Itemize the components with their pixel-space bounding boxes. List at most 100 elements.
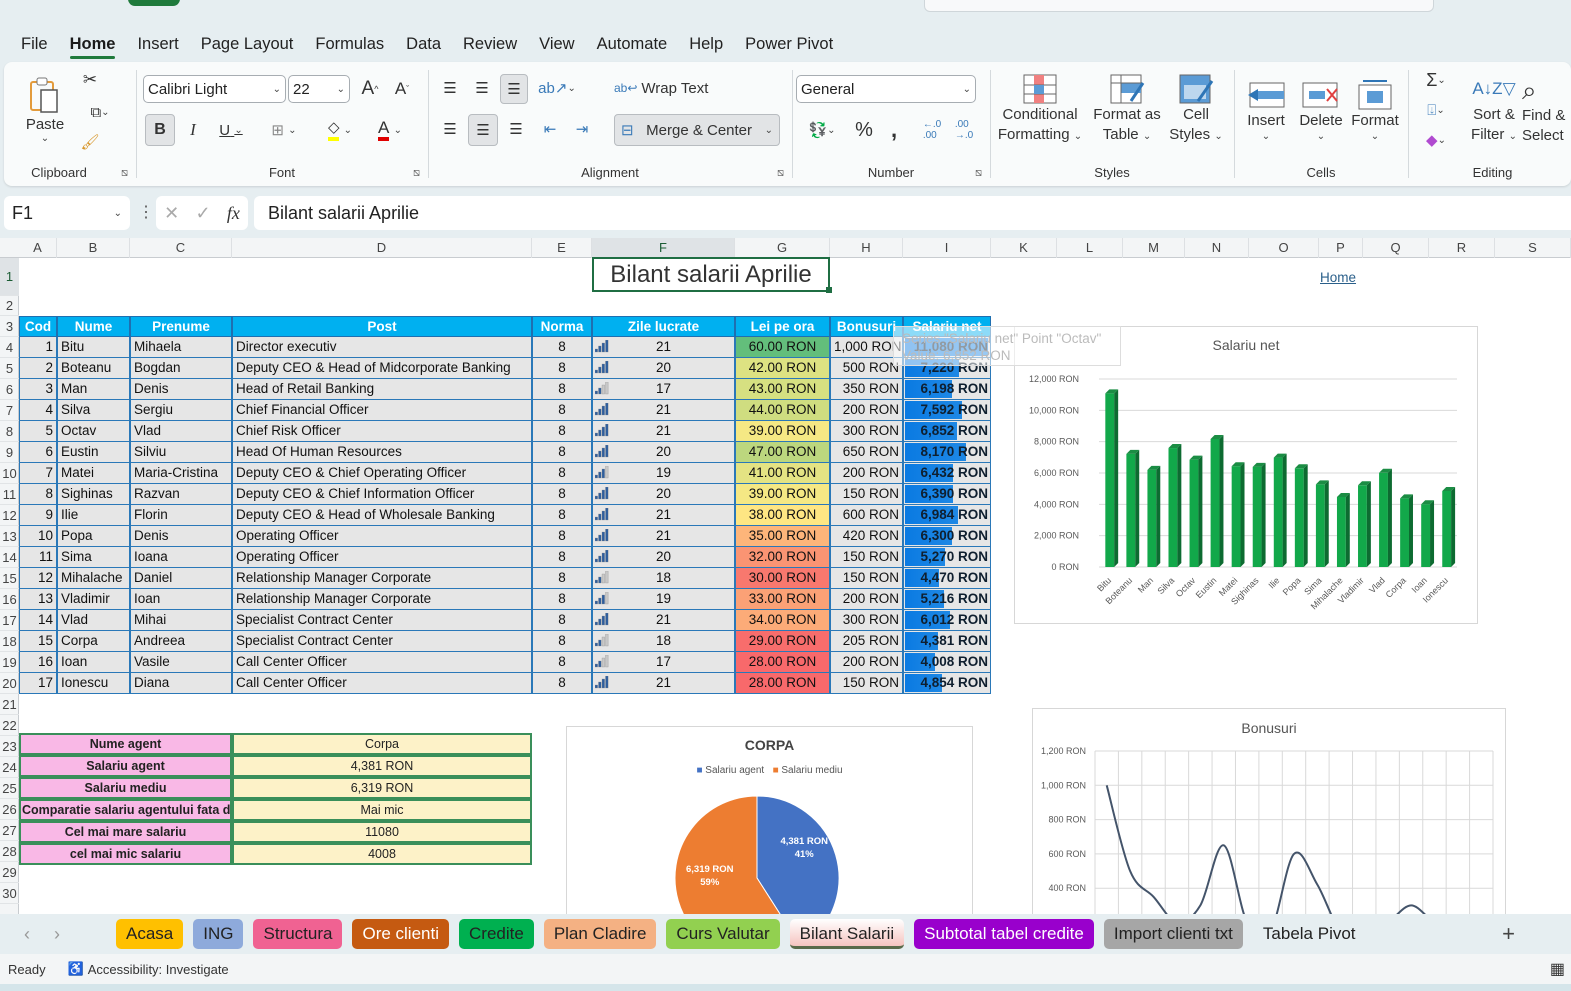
cell-net[interactable]: 6,198 RON	[903, 379, 991, 400]
cell-styles-button[interactable]: Cell Styles ⌄	[1166, 66, 1226, 154]
row-header[interactable]: 20	[0, 673, 19, 694]
cell-zile[interactable]: 20	[592, 484, 735, 505]
cell-post[interactable]: Deputy CEO & Chief Information Officer	[232, 484, 532, 505]
sheet-tab[interactable]: Subtotal tabel credite	[914, 919, 1094, 949]
bar[interactable]	[1421, 500, 1435, 567]
cell-zile[interactable]: 21	[592, 421, 735, 442]
corpa-pie-chart[interactable]: CORPA ■ Salariu agent ■ Salariu mediu 4,…	[566, 726, 973, 914]
summary-label[interactable]: cel mai mic salariu	[19, 843, 232, 865]
cell-lei[interactable]: 39.00 RON	[735, 421, 830, 442]
cell-nume[interactable]: Boteanu	[57, 358, 130, 379]
cell-norma[interactable]: 8	[532, 568, 592, 589]
cell-bonus[interactable]: 200 RON	[830, 652, 903, 673]
column-header[interactable]: G	[735, 238, 830, 258]
cell-norma[interactable]: 8	[532, 442, 592, 463]
dialog-launcher-icon[interactable]: ⧅	[975, 167, 982, 180]
cell-net[interactable]: 4,470 RON	[903, 568, 991, 589]
sheet-tab[interactable]: Curs Valutar	[666, 919, 780, 949]
row-header[interactable]: 17	[0, 610, 19, 631]
cell-net[interactable]: 6,432 RON	[903, 463, 991, 484]
cell-zile[interactable]: 21	[592, 526, 735, 547]
conditional-formatting-button[interactable]: Conditional Formatting ⌄	[996, 66, 1084, 154]
cell-net[interactable]: 7,592 RON	[903, 400, 991, 421]
row-header[interactable]: 19	[0, 652, 19, 673]
add-sheet-icon[interactable]: +	[1502, 921, 1515, 947]
tab-formulas[interactable]: Formulas	[304, 29, 395, 59]
row-header[interactable]: 3	[0, 316, 19, 337]
column-header[interactable]: H	[830, 238, 903, 258]
find-select-button[interactable]: ⌕ Find & Select	[1522, 66, 1571, 154]
cell-post[interactable]: Head Of Human Resources	[232, 442, 532, 463]
cell-prenume[interactable]: Silviu	[130, 442, 232, 463]
cell-net[interactable]: 8,170 RON	[903, 442, 991, 463]
row-header[interactable]: 22	[0, 715, 19, 736]
align-left-button[interactable]: ☰	[436, 114, 464, 144]
fill-button[interactable]: ⍗ ⌄	[1416, 98, 1456, 122]
accounting-format-button[interactable]: 💱 ⌄	[800, 116, 844, 144]
column-header[interactable]: M	[1123, 238, 1185, 258]
bold-button[interactable]: B	[145, 114, 175, 146]
cell-post[interactable]: Deputy CEO & Head of Wholesale Banking	[232, 505, 532, 526]
bar[interactable]	[1189, 455, 1203, 567]
cell-cod[interactable]: 17	[19, 673, 57, 694]
cell-post[interactable]: Head of Retail Banking	[232, 379, 532, 400]
summary-value[interactable]: 4,381 RON	[232, 755, 532, 777]
row-header[interactable]: 11	[0, 484, 19, 505]
bar[interactable]	[1168, 444, 1182, 567]
font-name-select[interactable]: Calibri Light ⌄	[143, 75, 286, 103]
column-header[interactable]: F	[592, 238, 735, 258]
bar[interactable]	[1105, 389, 1119, 567]
cell-post[interactable]: Relationship Manager Corporate	[232, 568, 532, 589]
cell-bonus[interactable]: 150 RON	[830, 673, 903, 694]
cell-net[interactable]: 6,012 RON	[903, 610, 991, 631]
row-header[interactable]: 13	[0, 526, 19, 547]
cell-lei[interactable]: 42.00 RON	[735, 358, 830, 379]
column-header[interactable]: I	[903, 238, 991, 258]
cell-lei[interactable]: 32.00 RON	[735, 547, 830, 568]
cell-norma[interactable]: 8	[532, 673, 592, 694]
cell-lei[interactable]: 35.00 RON	[735, 526, 830, 547]
tab-power-pivot[interactable]: Power Pivot	[734, 29, 844, 59]
comma-button[interactable]: ,	[882, 116, 906, 144]
middle-align-button[interactable]: ☰	[468, 74, 496, 102]
sheet-tab[interactable]: Tabela Pivot	[1253, 919, 1366, 949]
column-header[interactable]: B	[57, 238, 130, 258]
cell-cod[interactable]: 13	[19, 589, 57, 610]
cell-lei[interactable]: 47.00 RON	[735, 442, 830, 463]
paste-button[interactable]: Paste ⌄	[20, 70, 70, 150]
cell-post[interactable]: Deputy CEO & Head of Midcorporate Bankin…	[232, 358, 532, 379]
row-header[interactable]: 2	[0, 296, 19, 316]
bar[interactable]	[1358, 481, 1371, 567]
bar[interactable]	[1400, 494, 1413, 567]
cell-bonus[interactable]: 150 RON	[830, 568, 903, 589]
autosum-button[interactable]: Σ ⌄	[1416, 68, 1456, 92]
bar[interactable]	[1315, 480, 1329, 567]
column-header[interactable]: P	[1319, 238, 1363, 258]
tab-insert[interactable]: Insert	[126, 29, 189, 59]
sheet-title-cell[interactable]: Bilant salarii Aprilie	[592, 257, 830, 292]
cell-nume[interactable]: Matei	[57, 463, 130, 484]
fill-color-button[interactable]: ◇ ⌄	[318, 114, 362, 146]
cell-zile[interactable]: 21	[592, 610, 735, 631]
cell-cod[interactable]: 6	[19, 442, 57, 463]
cell-nume[interactable]: Octav	[57, 421, 130, 442]
column-header[interactable]: R	[1429, 238, 1495, 258]
bar[interactable]	[1379, 468, 1392, 567]
cell-norma[interactable]: 8	[532, 358, 592, 379]
cell-nume[interactable]: Popa	[57, 526, 130, 547]
cell-prenume[interactable]: Mihai	[130, 610, 232, 631]
cell-post[interactable]: Chief Financial Officer	[232, 400, 532, 421]
cell-post[interactable]: Relationship Manager Corporate	[232, 589, 532, 610]
cell-net[interactable]: 4,381 RON	[903, 631, 991, 652]
grow-font-button[interactable]: A ^	[356, 75, 384, 103]
column-header[interactable]: Q	[1363, 238, 1429, 258]
sheet-tab[interactable]: Ore clienti	[352, 919, 449, 949]
cell-nume[interactable]: Silva	[57, 400, 130, 421]
cell-nume[interactable]: Sima	[57, 547, 130, 568]
sort-filter-button[interactable]: A↓Z▽ Sort & Filter ⌄	[1466, 66, 1522, 154]
decrease-indent-button[interactable]: ⇤	[536, 114, 564, 144]
summary-label[interactable]: Nume agent	[19, 733, 232, 755]
cell-norma[interactable]: 8	[532, 421, 592, 442]
cell-cod[interactable]: 9	[19, 505, 57, 526]
cell-norma[interactable]: 8	[532, 526, 592, 547]
